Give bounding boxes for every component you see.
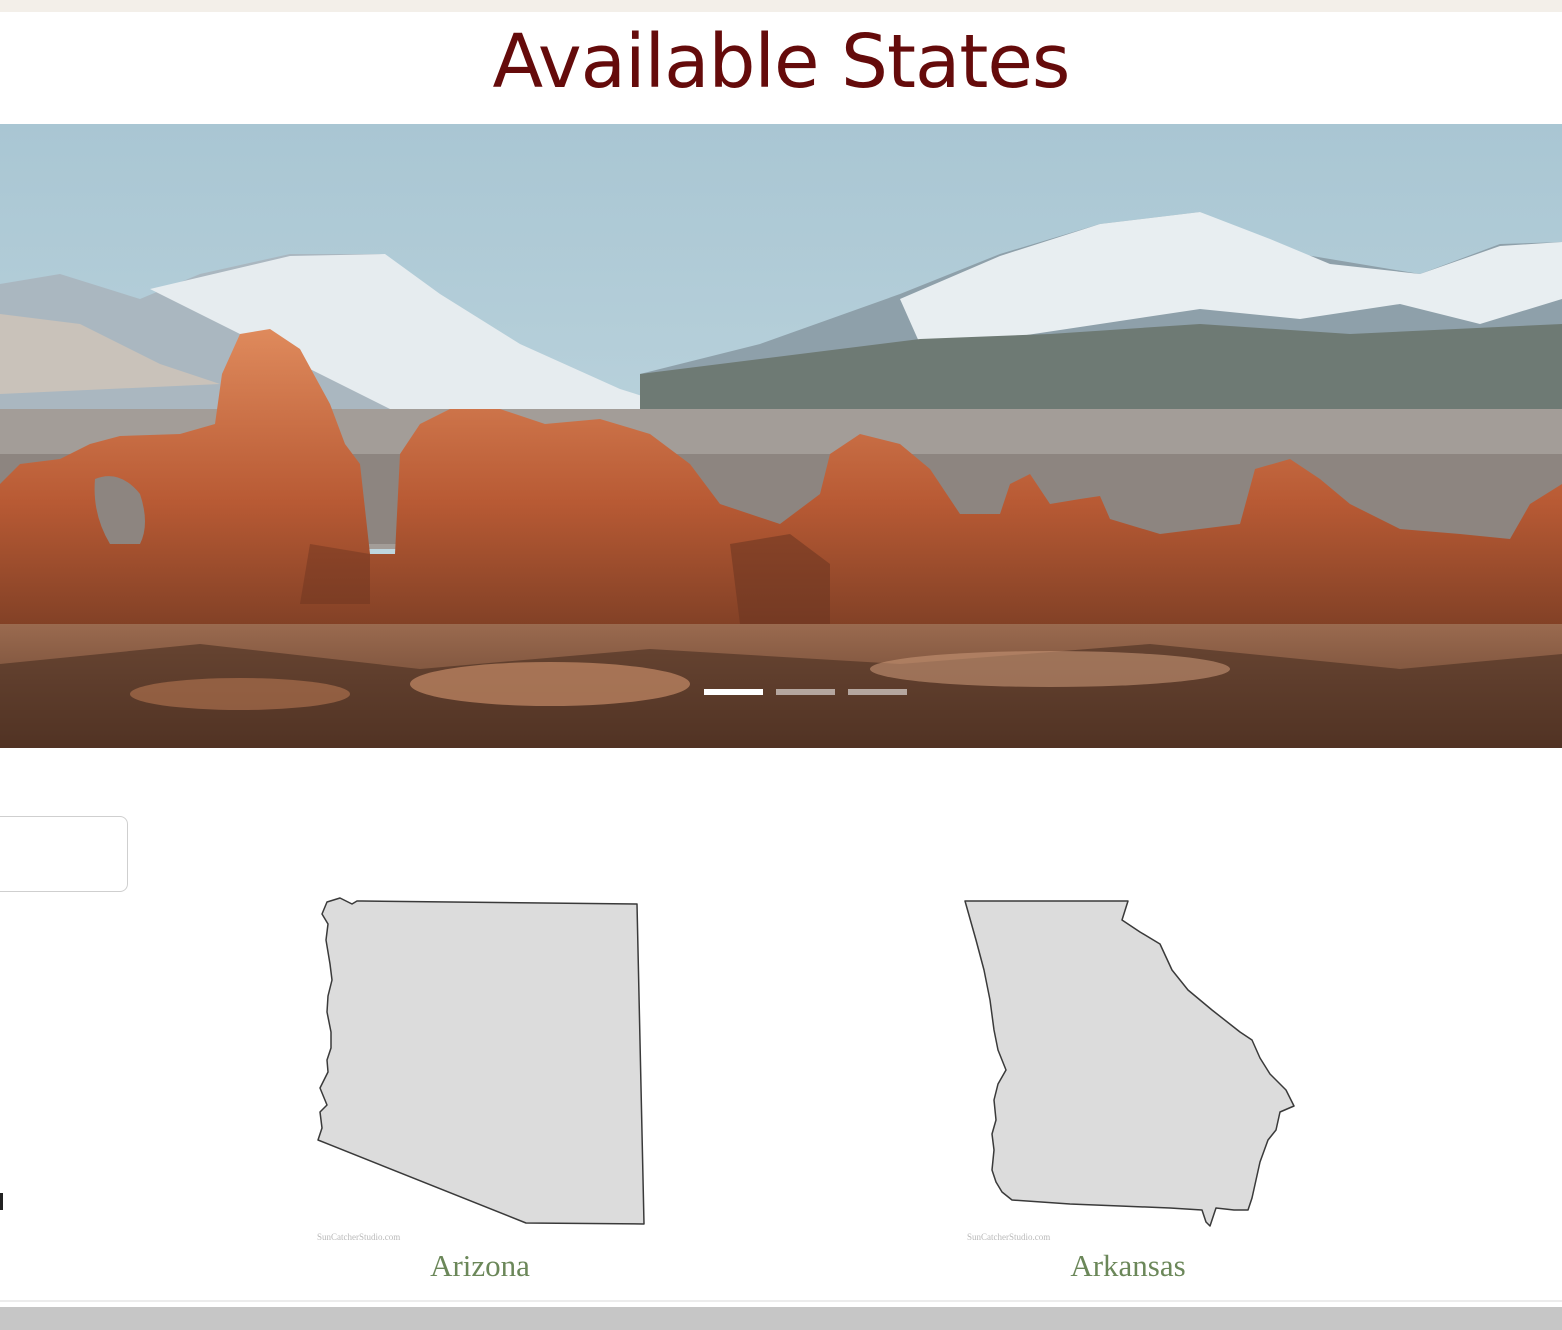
map-watermark: SunCatcherStudio.com bbox=[967, 1232, 1051, 1242]
carousel-indicator-2[interactable] bbox=[776, 689, 835, 695]
hero-carousel[interactable] bbox=[0, 124, 1562, 748]
carousel-indicator-3[interactable] bbox=[848, 689, 907, 695]
section-divider bbox=[0, 1300, 1562, 1302]
state-outline-icon bbox=[964, 900, 1295, 1227]
carousel-indicators bbox=[704, 689, 914, 697]
map-watermark: SunCatcherStudio.com bbox=[317, 1232, 401, 1242]
state-card-arizona[interactable]: SunCatcherStudio.com Arizona bbox=[300, 880, 660, 1290]
carousel-indicator-1[interactable] bbox=[704, 689, 763, 695]
top-strip bbox=[0, 0, 1562, 12]
bottom-scroll-bar[interactable] bbox=[0, 1307, 1562, 1330]
arizona-outline-icon bbox=[317, 897, 645, 1225]
state-card-arkansas[interactable]: SunCatcherStudio.com Arkansas bbox=[950, 880, 1310, 1290]
state-name-label: Arkansas bbox=[1070, 1248, 1186, 1283]
edge-marker bbox=[0, 1193, 3, 1210]
page-title: Available States bbox=[492, 19, 1071, 105]
state-name-label: Arizona bbox=[430, 1248, 530, 1283]
landscape-photo-icon bbox=[0, 124, 1562, 748]
filter-input[interactable] bbox=[0, 816, 128, 892]
